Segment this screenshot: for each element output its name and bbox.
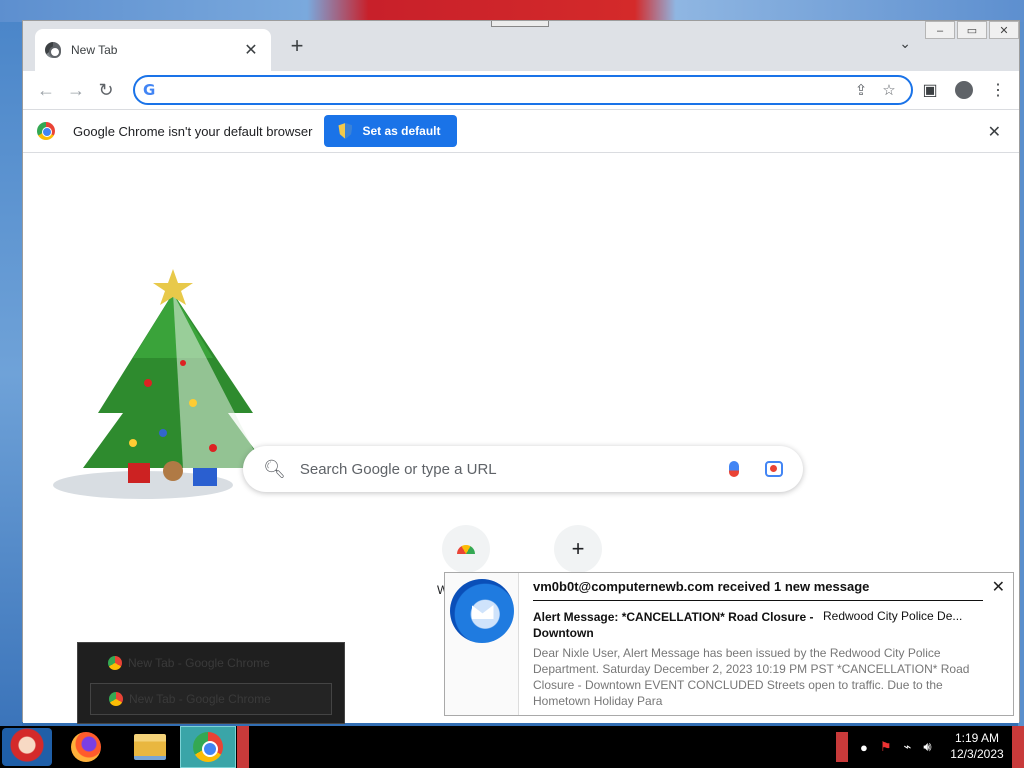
omnibox[interactable]: G ⇪ ☆ bbox=[133, 75, 913, 105]
taskbar-clock[interactable]: 1:19 AM 12/3/2023 bbox=[944, 730, 1010, 762]
tray-dot-icon[interactable]: ● bbox=[860, 740, 868, 755]
taskbar-pinned-app[interactable] bbox=[237, 726, 249, 768]
tab-search-chevron-icon[interactable]: ⌄ bbox=[899, 35, 911, 52]
start-button[interactable] bbox=[2, 728, 52, 766]
show-desktop-button[interactable] bbox=[1012, 726, 1024, 768]
tab-title: New Tab bbox=[71, 43, 118, 57]
desktop-wallpaper-left bbox=[0, 22, 22, 726]
notification-icon-panel bbox=[445, 573, 519, 715]
reload-button[interactable]: ↻ bbox=[91, 75, 121, 105]
default-browser-infobar: Google Chrome isn't your default browser… bbox=[23, 109, 1019, 153]
tab-new-tab[interactable]: New Tab ✕ bbox=[35, 29, 271, 71]
shortcut-tile[interactable] bbox=[442, 525, 490, 573]
window-controls: – ▭ ✕ bbox=[923, 21, 1019, 39]
taskbar-file-explorer[interactable] bbox=[126, 726, 174, 768]
infobar-close-icon[interactable]: ✕ bbox=[988, 122, 1001, 142]
system-tray: ● ⚑ ⌁ 🔊︎ bbox=[830, 726, 938, 768]
notification-sender: Redwood City Police De... bbox=[823, 609, 963, 623]
shortcut-favicon-icon bbox=[457, 544, 475, 554]
network-flag-icon[interactable]: ⚑ bbox=[880, 739, 892, 755]
google-g-icon: G bbox=[143, 81, 156, 99]
set-as-default-button[interactable]: Set as default bbox=[324, 115, 457, 147]
clock-date: 12/3/2023 bbox=[950, 747, 1004, 761]
forward-button[interactable]: → bbox=[61, 75, 91, 105]
side-panel-icon[interactable]: ▣ bbox=[915, 75, 945, 105]
add-shortcut-button[interactable]: + bbox=[554, 525, 602, 573]
profile-avatar-icon[interactable] bbox=[955, 81, 973, 99]
volume-icon[interactable]: 🔊︎ bbox=[923, 739, 931, 755]
power-icon[interactable]: ⌁ bbox=[904, 739, 912, 755]
minimize-button[interactable]: – bbox=[925, 21, 955, 39]
search-icon: 🔍︎ bbox=[263, 458, 286, 479]
ntp-search-box[interactable]: 🔍︎ Search Google or type a URL bbox=[243, 446, 803, 492]
taskbar-firefox[interactable] bbox=[62, 726, 110, 768]
notification-body: vm0b0t@computernewb.com received 1 new m… bbox=[519, 573, 1013, 715]
file-explorer-icon bbox=[134, 734, 166, 760]
thumbnail-title: New Tab - Google Chrome bbox=[128, 656, 270, 670]
notification-subject-row: Alert Message: *CANCELLATION* Road Closu… bbox=[533, 609, 999, 641]
browser-toolbar: ← → ↻ G ⇪ ☆ ▣ ⋮ bbox=[23, 71, 1019, 109]
notification-subject: Alert Message: *CANCELLATION* Road Closu… bbox=[533, 610, 814, 640]
chrome-icon bbox=[108, 656, 122, 670]
bookmark-star-icon[interactable]: ☆ bbox=[875, 81, 903, 99]
desktop-wallpaper-top bbox=[0, 0, 1024, 22]
maximize-button[interactable]: ▭ bbox=[957, 21, 987, 39]
google-lens-icon[interactable] bbox=[765, 461, 783, 477]
tab-close-icon[interactable]: ✕ bbox=[241, 40, 261, 60]
taskbar-chrome[interactable] bbox=[180, 726, 236, 768]
taskbar-thumbnail-popup: New Tab - Google Chrome New Tab - Google… bbox=[77, 642, 345, 724]
new-tab-favicon-icon bbox=[45, 42, 61, 58]
set-as-default-label: Set as default bbox=[362, 124, 441, 138]
share-icon[interactable]: ⇪ bbox=[847, 81, 875, 99]
menu-kebab-icon[interactable]: ⋮ bbox=[983, 75, 1013, 105]
voice-search-mic-icon[interactable] bbox=[729, 461, 739, 477]
mail-notification[interactable]: vm0b0t@computernewb.com received 1 new m… bbox=[444, 572, 1014, 716]
taskbar: ● ⚑ ⌁ 🔊︎ 1:19 AM 12/3/2023 bbox=[0, 726, 1024, 768]
toolbar-right: ▣ ⋮ bbox=[915, 75, 1013, 105]
thunderbird-icon bbox=[449, 579, 514, 643]
window-drag-handle[interactable] bbox=[491, 21, 549, 27]
notification-preview: Dear Nixle User, Alert Message has been … bbox=[533, 646, 970, 708]
chrome-icon bbox=[109, 692, 123, 706]
ntp-search-placeholder: Search Google or type a URL bbox=[299, 460, 497, 478]
new-tab-button[interactable]: + bbox=[285, 35, 309, 57]
tab-strip: New Tab ✕ + ⌄ – ▭ ✕ bbox=[23, 21, 1019, 71]
thumbnail-item[interactable]: New Tab - Google Chrome bbox=[90, 647, 332, 679]
notification-close-icon[interactable]: ✕ bbox=[992, 577, 1005, 597]
firefox-icon bbox=[71, 732, 101, 762]
chrome-logo-icon bbox=[37, 122, 55, 140]
tray-app-icon[interactable] bbox=[836, 732, 848, 762]
close-window-button[interactable]: ✕ bbox=[989, 21, 1019, 39]
chrome-icon bbox=[193, 732, 223, 762]
clock-time: 1:19 AM bbox=[954, 731, 1000, 745]
back-button[interactable]: ← bbox=[31, 75, 61, 105]
infobar-message: Google Chrome isn't your default browser bbox=[73, 123, 313, 139]
address-input[interactable] bbox=[167, 82, 847, 98]
thumbnail-title: New Tab - Google Chrome bbox=[129, 692, 271, 706]
thumbnail-item[interactable]: New Tab - Google Chrome bbox=[90, 683, 332, 715]
notification-heading: vm0b0t@computernewb.com received 1 new m… bbox=[533, 579, 983, 601]
uac-shield-icon bbox=[338, 123, 353, 139]
